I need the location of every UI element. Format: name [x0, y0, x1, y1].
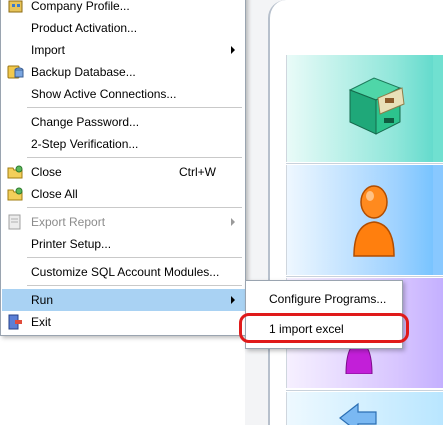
menu-item-label: Show Active Connections... — [31, 87, 177, 101]
person-orange-icon — [353, 185, 395, 257]
menu-item-label: Product Activation... — [31, 21, 138, 35]
tile-divider — [286, 390, 443, 391]
menu-item-label: Printer Setup... — [31, 237, 112, 251]
menu-item-close-all[interactable]: Close All — [2, 183, 245, 205]
menu-item-label: Export Report — [31, 215, 106, 229]
menu-item-product-activation[interactable]: Product Activation... — [2, 17, 245, 39]
menu-item-run[interactable]: Run — [2, 289, 245, 311]
menu-item-backup-database[interactable]: Backup Database... — [2, 61, 245, 83]
menu-item-customize-sql-modules[interactable]: Customize SQL Account Modules... — [2, 261, 245, 283]
menu-item-shortcut: Ctrl+W — [179, 165, 216, 179]
annotation-highlight-ring — [239, 313, 409, 343]
menu-item-label: Run — [31, 293, 54, 307]
tile-divider — [286, 163, 443, 164]
menu-item-label: Backup Database... — [31, 65, 136, 79]
menu-separator — [27, 157, 242, 158]
menu-separator — [27, 257, 242, 258]
menu-item-label: Close — [31, 165, 62, 179]
backup-database-icon — [7, 65, 24, 79]
submenu-arrow-icon — [231, 218, 235, 226]
menu-item-label: Change Password... — [31, 115, 140, 129]
exit-icon — [8, 314, 22, 330]
submenu-arrow-icon — [231, 46, 235, 54]
folder-close-all-icon — [7, 187, 23, 201]
menu-item-show-active-connections[interactable]: Show Active Connections... — [2, 83, 245, 105]
arrow-icon — [339, 402, 377, 425]
menu-item-2-step-verification[interactable]: 2-Step Verification... — [2, 133, 245, 155]
menu-separator — [27, 285, 242, 286]
menu-item-label: Company Profile... — [31, 0, 130, 13]
export-report-icon — [8, 214, 21, 230]
menu-separator — [27, 207, 242, 208]
menu-item-label: Exit — [31, 315, 52, 329]
company-icon — [8, 0, 23, 13]
menu-item-export-report: Export Report — [2, 211, 245, 233]
tile-edge — [433, 55, 443, 162]
menu-item-company-profile[interactable]: Company Profile... — [2, 0, 245, 17]
folder-close-icon — [7, 165, 23, 179]
filing-cabinet-icon — [348, 77, 405, 135]
menu-item-label: 2-Step Verification... — [31, 137, 139, 151]
menu-item-close[interactable]: Close Ctrl+W — [2, 161, 245, 183]
menu-item-printer-setup[interactable]: Printer Setup... — [2, 233, 245, 255]
menu-item-change-password[interactable]: Change Password... — [2, 111, 245, 133]
menu-item-label: Customize SQL Account Modules... — [31, 265, 220, 279]
menu-item-label: Close All — [31, 187, 78, 201]
submenu-arrow-icon — [231, 296, 235, 304]
submenu-item-configure-programs[interactable]: Configure Programs... — [247, 288, 402, 310]
tile-edge — [433, 165, 443, 275]
menu-separator — [27, 107, 242, 108]
menu-item-exit[interactable]: Exit — [2, 311, 245, 333]
submenu-item-label: Configure Programs... — [269, 292, 387, 306]
tile-divider — [286, 276, 443, 277]
menu-item-import[interactable]: Import — [2, 39, 245, 61]
menu-item-label: Import — [31, 43, 66, 57]
file-menu: Company Profile... Product Activation...… — [0, 0, 246, 336]
